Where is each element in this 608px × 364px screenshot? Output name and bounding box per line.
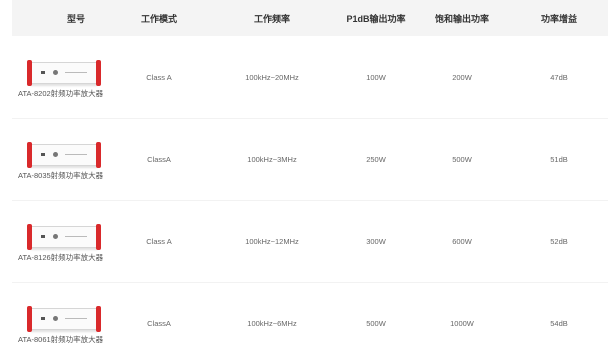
cell-gain: 54dB — [550, 319, 568, 328]
amplifier-device-image[interactable] — [27, 142, 101, 168]
product-link[interactable]: ATA-8202射频功率放大器 — [12, 56, 124, 106]
header-mode: 工作模式 — [140, 14, 177, 24]
product-name[interactable]: ATA-8126射频功率放大器 — [18, 252, 103, 263]
product-link[interactable]: ATA-8061射频功率放大器 — [12, 302, 124, 352]
table-row: ATA-8126射频功率放大器 Class A 100kHz~12MHz 300… — [12, 200, 608, 283]
header-gain: 功率增益 — [540, 14, 577, 24]
product-link[interactable]: ATA-8126射频功率放大器 — [12, 220, 124, 270]
cell-mode: Class A — [146, 73, 172, 82]
cell-mode: ClassA — [147, 155, 171, 164]
product-name[interactable]: ATA-8035射频功率放大器 — [18, 170, 103, 181]
amplifier-device-image[interactable] — [27, 306, 101, 332]
amplifier-device-image[interactable] — [27, 60, 101, 86]
cell-gain: 52dB — [550, 237, 568, 246]
product-spec-table: 型号 工作模式 工作频率 P1dB输出功率 饱和输出功率 功率增益 ATA-82… — [0, 0, 608, 356]
product-name[interactable]: ATA-8061射频功率放大器 — [18, 334, 103, 345]
table-row: ATA-8061射频功率放大器 ClassA 100kHz~6MHz 500W … — [12, 282, 608, 364]
table-row: ATA-8035射频功率放大器 ClassA 100kHz~3MHz 250W … — [12, 118, 608, 201]
amplifier-device-image[interactable] — [27, 224, 101, 250]
cell-mode: ClassA — [147, 319, 171, 328]
product-name[interactable]: ATA-8202射频功率放大器 — [18, 88, 103, 99]
cell-gain: 51dB — [550, 155, 568, 164]
table-row: ATA-8202射频功率放大器 Class A 100kHz~20MHz 100… — [12, 36, 608, 119]
cell-mode: Class A — [146, 237, 172, 246]
product-link[interactable]: ATA-8035射频功率放大器 — [12, 138, 124, 188]
table-header: 型号 工作模式 工作频率 P1dB输出功率 饱和输出功率 功率增益 — [12, 0, 608, 36]
cell-gain: 47dB — [550, 73, 568, 82]
